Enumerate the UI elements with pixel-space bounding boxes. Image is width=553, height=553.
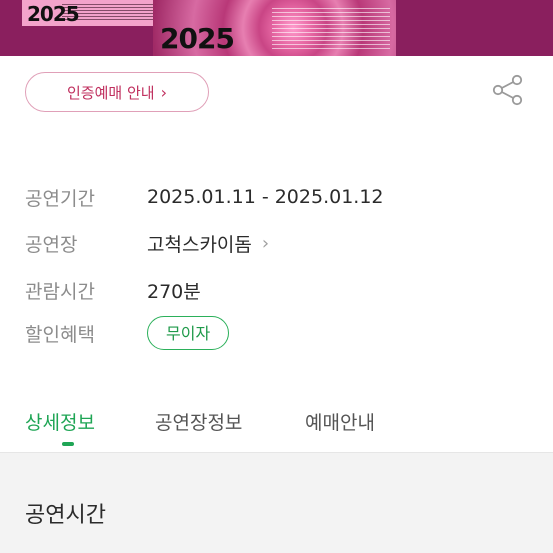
venue-link[interactable]: 고척스카이돔 › [147, 230, 269, 257]
period-label: 공연기간 [25, 187, 95, 210]
section-title: 공연시간 [25, 503, 106, 528]
active-tab-indicator [62, 442, 74, 446]
tab-details[interactable]: 상세정보 [25, 408, 95, 435]
certified-booking-guide-label: 인증예매 안내 [67, 83, 155, 102]
poster-year-left: 2025 [27, 2, 80, 26]
period-value: 2025.01.11 - 2025.01.12 [147, 186, 384, 208]
tab-booking-guide[interactable]: 예매안내 [305, 408, 375, 435]
certified-booking-guide-button[interactable]: 인증예매 안내 › [25, 72, 209, 112]
tab-venue-info[interactable]: 공연장정보 [155, 408, 242, 435]
chevron-right-icon: › [261, 232, 270, 254]
venue-value: 고척스카이돔 [147, 233, 252, 256]
duration-label: 관람시간 [25, 280, 95, 303]
detail-tabs: 상세정보 공연장정보 예매안내 [0, 400, 553, 452]
chevron-right-icon: › [160, 82, 167, 102]
poster-banner: 2025 2025 [0, 0, 553, 56]
discount-label: 할인혜택 [25, 323, 95, 346]
interest-free-badge[interactable]: 무이자 [147, 316, 230, 350]
share-icon[interactable] [490, 72, 526, 108]
poster-fine-text-right [272, 8, 390, 52]
duration-value: 270분 [147, 280, 201, 303]
detail-section: 공연시간 [0, 453, 553, 553]
venue-label: 공연장 [25, 233, 78, 256]
poster-year-center: 2025 [160, 22, 235, 55]
